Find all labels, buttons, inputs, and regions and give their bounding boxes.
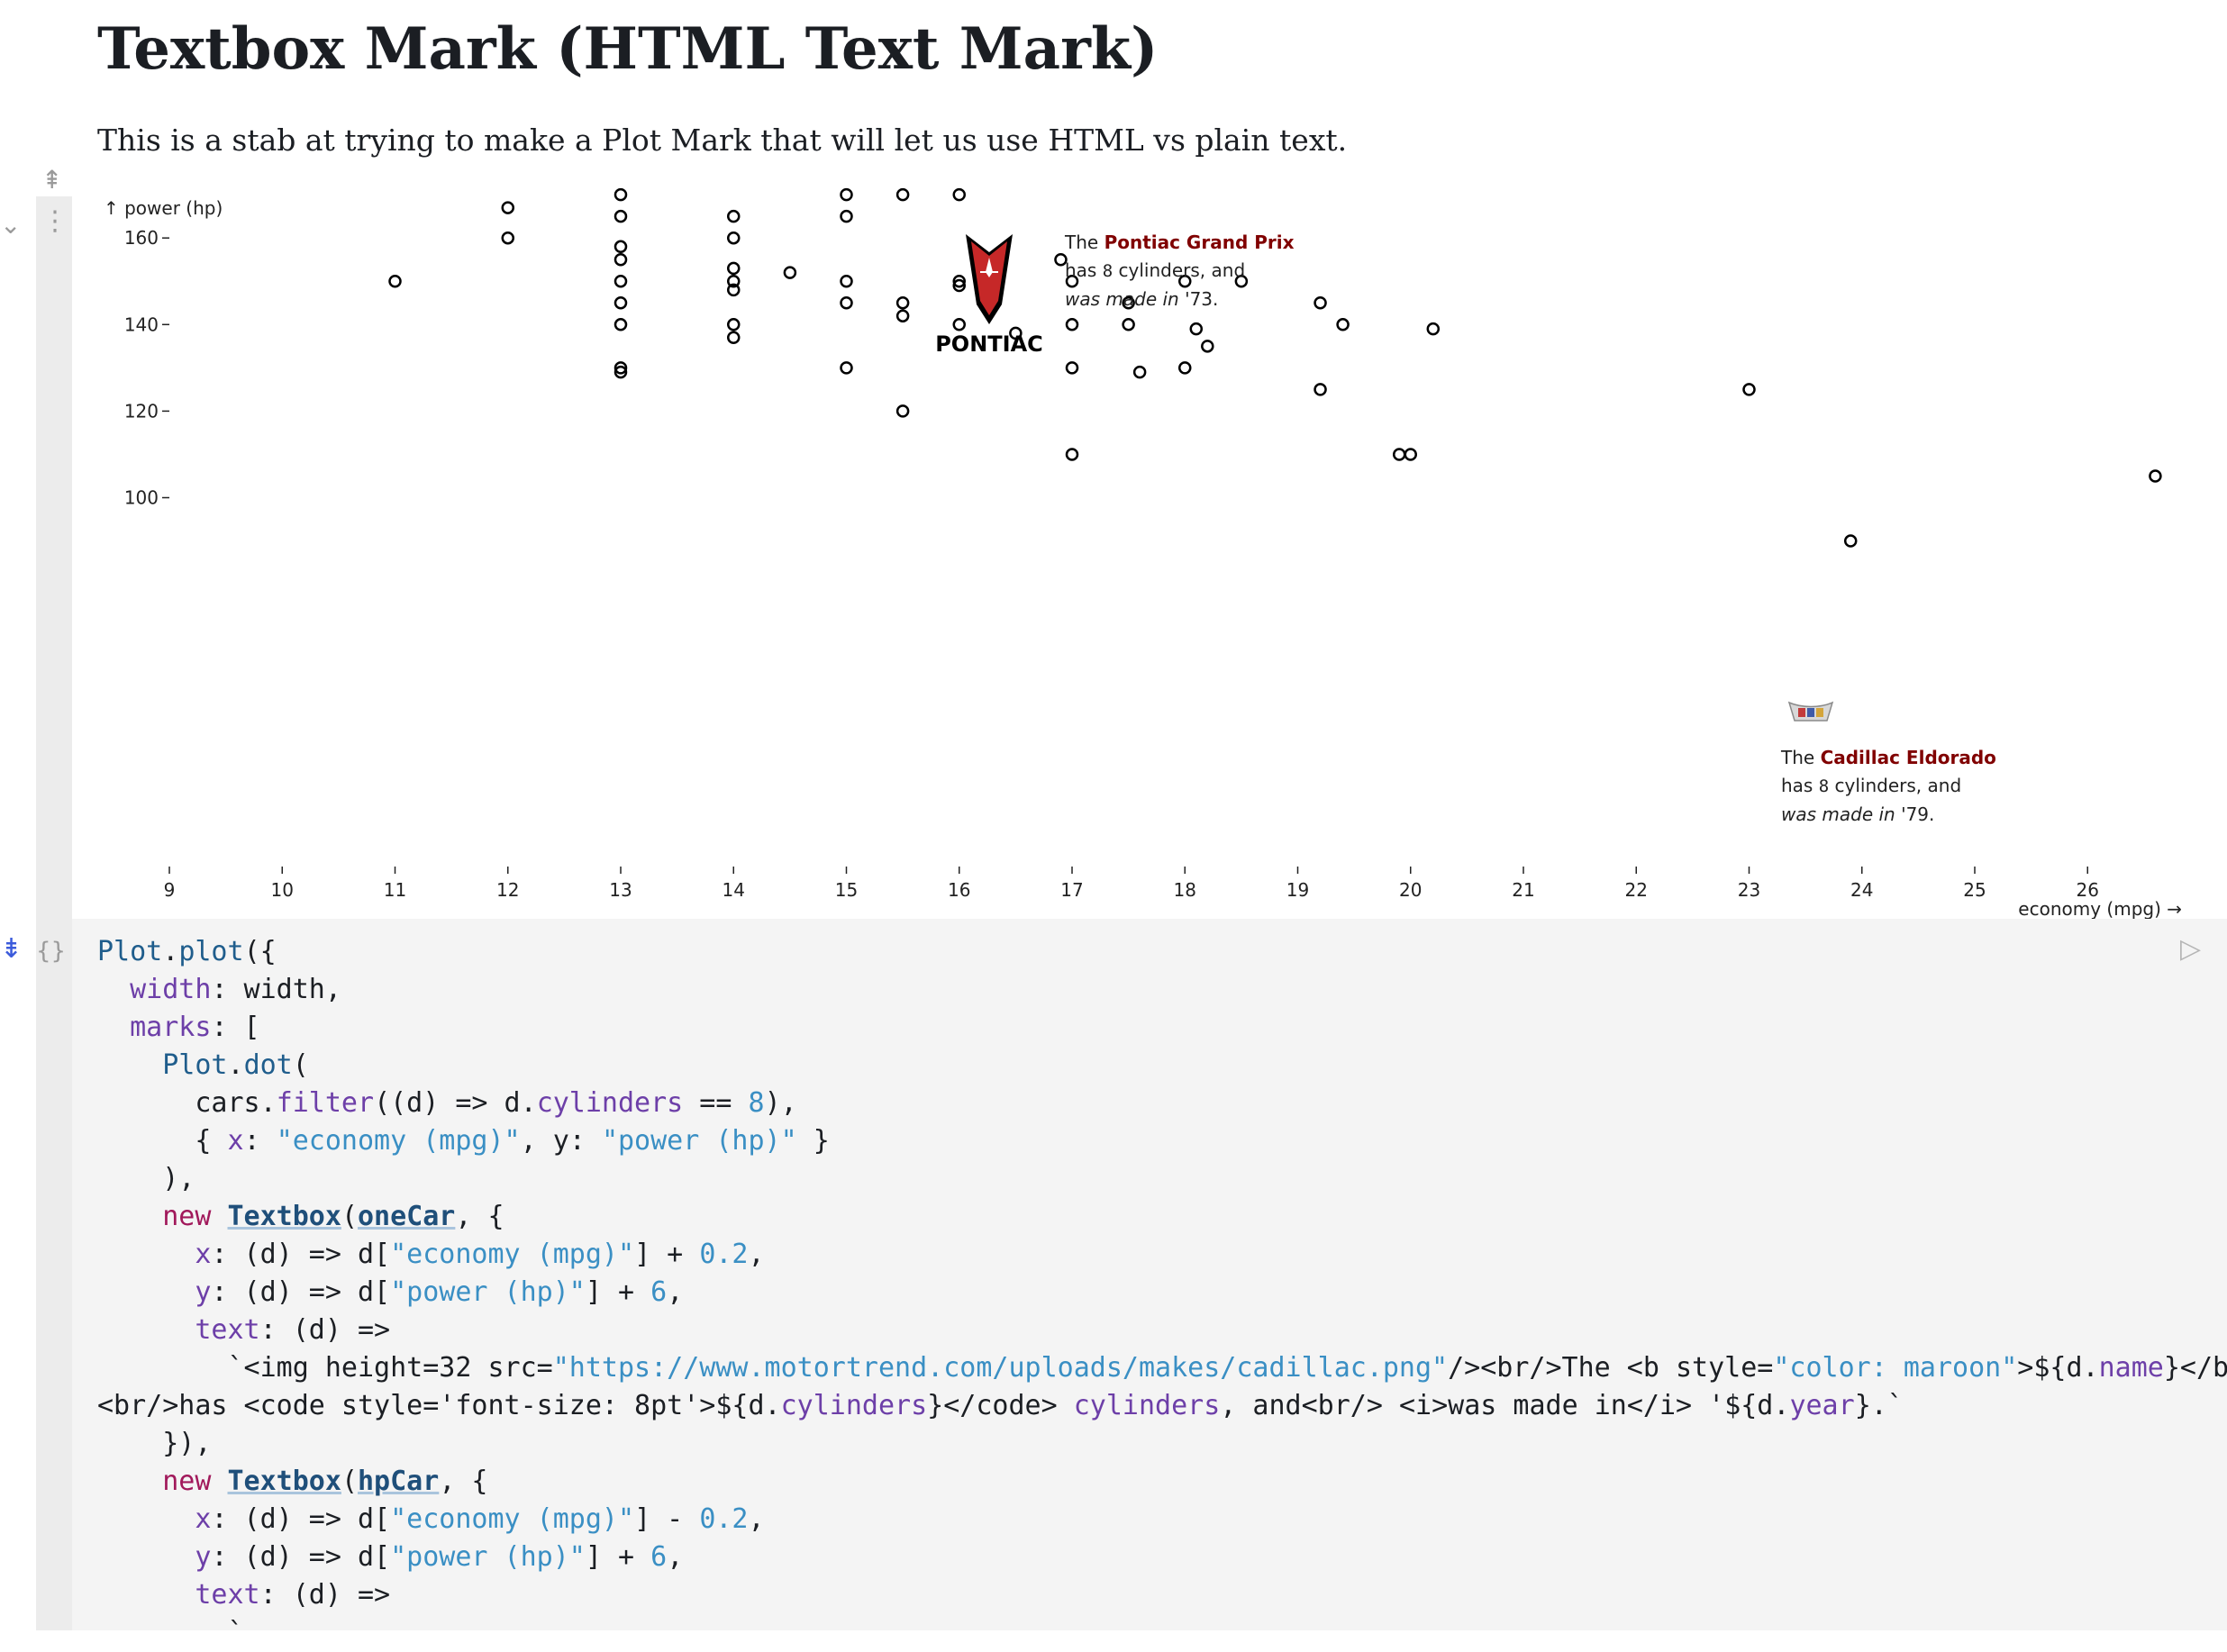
data-point (614, 240, 628, 254)
data-point (727, 318, 741, 331)
data-point (727, 209, 741, 223)
x-tick-label: 17 (1060, 879, 1083, 901)
x-tick-label: 22 (1625, 879, 1648, 901)
code-block[interactable]: Plot.plot({ width: width, marks: [ Plot.… (97, 933, 2227, 1652)
x-tick-label: 15 (835, 879, 858, 901)
annotation-pontiac: The Pontiac Grand Prix has 8 cylinders, … (1065, 231, 1295, 310)
kebab-menu-icon[interactable]: ⋮ (41, 204, 68, 240)
data-point (727, 231, 741, 245)
x-tick-label: 9 (164, 879, 176, 901)
data-point (1843, 534, 1858, 548)
data-point (1122, 318, 1135, 331)
x-tick-label: 24 (1850, 879, 1873, 901)
data-point (895, 404, 910, 418)
annotation-car-name: Cadillac Eldorado (1820, 747, 1996, 768)
data-point (895, 309, 910, 322)
y-tick-label: 120 (124, 400, 159, 422)
data-point (1132, 365, 1147, 379)
pin-icon[interactable]: ⇟ (0, 931, 23, 967)
data-point (614, 252, 628, 267)
x-tick-label: 26 (2077, 879, 2099, 901)
data-point (727, 331, 741, 344)
cell-gutter-output[interactable] (36, 196, 72, 919)
braces-icon[interactable]: {} (36, 933, 66, 969)
data-point (895, 296, 910, 310)
x-tick-label: 14 (723, 879, 745, 901)
data-point (614, 275, 628, 288)
data-point (1313, 383, 1327, 396)
data-point (614, 318, 628, 331)
data-point (614, 187, 628, 202)
y-tick-label: 160 (124, 227, 159, 249)
data-point (614, 209, 628, 223)
page-description: This is a stab at trying to make a Plot … (97, 123, 1348, 158)
data-point (501, 231, 514, 245)
scatter-chart: ↑ power (hp) economy (mpg) → 100 120 140 160 1… (90, 187, 2227, 919)
data-point (895, 187, 910, 202)
data-point (501, 201, 514, 214)
x-tick-label: 23 (1738, 879, 1760, 901)
data-point (1178, 361, 1192, 375)
data-point (614, 296, 628, 310)
data-point (783, 266, 797, 279)
page-title: Textbox Mark (HTML Text Mark) (97, 15, 1159, 83)
x-tick-label: 13 (609, 879, 632, 901)
data-point (840, 209, 853, 223)
data-point (1336, 318, 1350, 331)
annotation-cadillac: The Cadillac Eldorado has 8 cylinders, a… (1781, 747, 1996, 825)
data-point (1426, 322, 1441, 336)
data-point (840, 361, 853, 375)
x-axis-label: economy (mpg) → (2018, 898, 2182, 919)
data-point (2149, 469, 2162, 483)
annotation-car-name: Pontiac Grand Prix (1104, 231, 1295, 253)
x-tick-label: 20 (1399, 879, 1422, 901)
y-axis-label: ↑ power (hp) (104, 197, 223, 219)
data-point (840, 296, 853, 310)
data-point (840, 187, 853, 202)
data-point (388, 275, 402, 288)
data-point (1313, 296, 1327, 310)
data-point (952, 187, 966, 202)
x-tick-label: 16 (948, 879, 970, 901)
x-tick-label: 10 (271, 879, 294, 901)
data-point (1404, 448, 1417, 461)
x-tick-label: 25 (1963, 879, 1986, 901)
y-tick-label: 100 (124, 487, 159, 509)
pontiac-logo-text: PONTIAC (937, 331, 1043, 357)
data-point (727, 261, 741, 276)
x-tick-label: 21 (1512, 879, 1534, 901)
x-tick-label: 11 (384, 879, 406, 901)
chevron-down-icon[interactable]: ⌄ (0, 207, 21, 243)
data-point (1189, 322, 1204, 336)
y-tick-label: 140 (124, 313, 159, 335)
cell-gutter-code[interactable] (36, 919, 72, 1630)
pin-icon[interactable]: ⇞ (41, 162, 62, 198)
data-point (1065, 361, 1079, 375)
x-tick-label: 12 (496, 879, 519, 901)
data-point (1201, 340, 1214, 353)
x-tick-label: 18 (1174, 879, 1196, 901)
data-point (1065, 448, 1079, 461)
x-tick-label: 19 (1286, 879, 1309, 901)
data-point (1742, 383, 1756, 396)
data-point (840, 275, 853, 288)
data-point (1392, 448, 1406, 461)
